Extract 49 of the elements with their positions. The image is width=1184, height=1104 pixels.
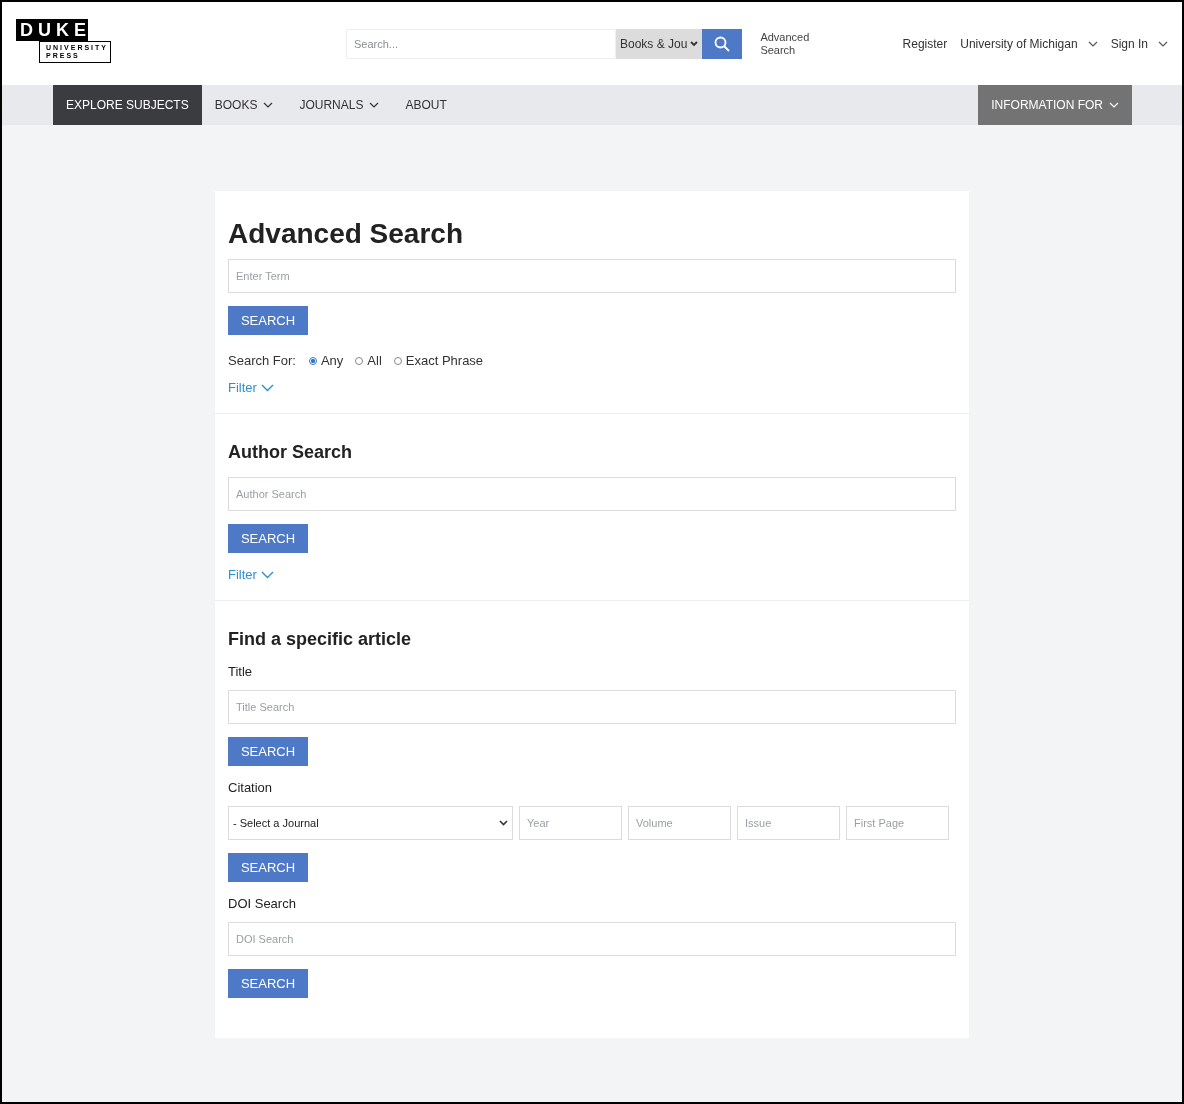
search-button[interactable]: SEARCH: [228, 306, 308, 335]
field-label: DOI Search: [228, 896, 296, 911]
input-field[interactable]: Title Search: [228, 690, 956, 724]
journal-select[interactable]: - Select a Journal: [228, 806, 513, 840]
header-link[interactable]: University of Michigan: [960, 36, 1098, 51]
input-field[interactable]: DOI Search: [228, 922, 956, 956]
header-link[interactable]: Sign In: [1110, 36, 1168, 51]
search-field[interactable]: Search...: [346, 28, 616, 59]
nav-item[interactable]: JOURNALS: [286, 85, 393, 125]
chevron-down-icon: [690, 40, 699, 47]
chevron-down-icon: [1109, 102, 1119, 108]
field-label: Title: [228, 664, 253, 679]
input-field[interactable]: Author Search: [228, 477, 956, 511]
chevron-down-icon: [260, 383, 274, 392]
radio-option[interactable]: Any: [308, 353, 344, 368]
filter-toggle[interactable]: Filter: [228, 380, 274, 395]
search-for-label: Search For:: [228, 353, 296, 368]
chevron-down-icon: [263, 102, 274, 108]
chevron-down-icon: [369, 102, 380, 108]
nav-item[interactable]: EXPLORE SUBJECTS: [53, 85, 202, 125]
input-field[interactable]: Year: [519, 806, 622, 840]
chevron-down-icon: [260, 570, 274, 579]
section-title: Author Search: [228, 442, 353, 463]
input-field[interactable]: Enter Term: [228, 259, 956, 293]
nav-item[interactable]: BOOKS: [201, 85, 287, 125]
search-icon: [714, 35, 731, 52]
search-button[interactable]: [702, 28, 743, 59]
search-button[interactable]: SEARCH: [228, 853, 308, 882]
chevron-down-icon: [499, 820, 508, 826]
radio-option[interactable]: All: [355, 353, 382, 368]
advanced-search-link[interactable]: Advanced Search: [760, 30, 821, 57]
page-title: Advanced Search: [228, 217, 463, 251]
search-button[interactable]: SEARCH: [228, 737, 308, 766]
radio-option[interactable]: Exact Phrase: [393, 353, 484, 368]
chevron-down-icon: [1158, 40, 1168, 47]
chevron-down-icon: [1087, 40, 1098, 47]
header-link[interactable]: Register: [902, 36, 948, 51]
nav-item[interactable]: ABOUT: [392, 85, 460, 125]
section-title: Find a specific article: [228, 629, 412, 650]
search-button[interactable]: SEARCH: [228, 524, 308, 553]
input-field[interactable]: Issue: [737, 806, 840, 840]
information-for-button[interactable]: INFORMATION FOR: [978, 85, 1132, 125]
input-field[interactable]: First Page: [846, 806, 949, 840]
logo-word: DUKE: [16, 18, 88, 41]
input-field[interactable]: Volume: [628, 806, 731, 840]
search-button[interactable]: SEARCH: [228, 969, 308, 998]
scope-dropdown[interactable]: Books & Jou: [616, 28, 703, 59]
field-label: Citation: [228, 780, 273, 795]
filter-toggle[interactable]: Filter: [228, 567, 274, 582]
